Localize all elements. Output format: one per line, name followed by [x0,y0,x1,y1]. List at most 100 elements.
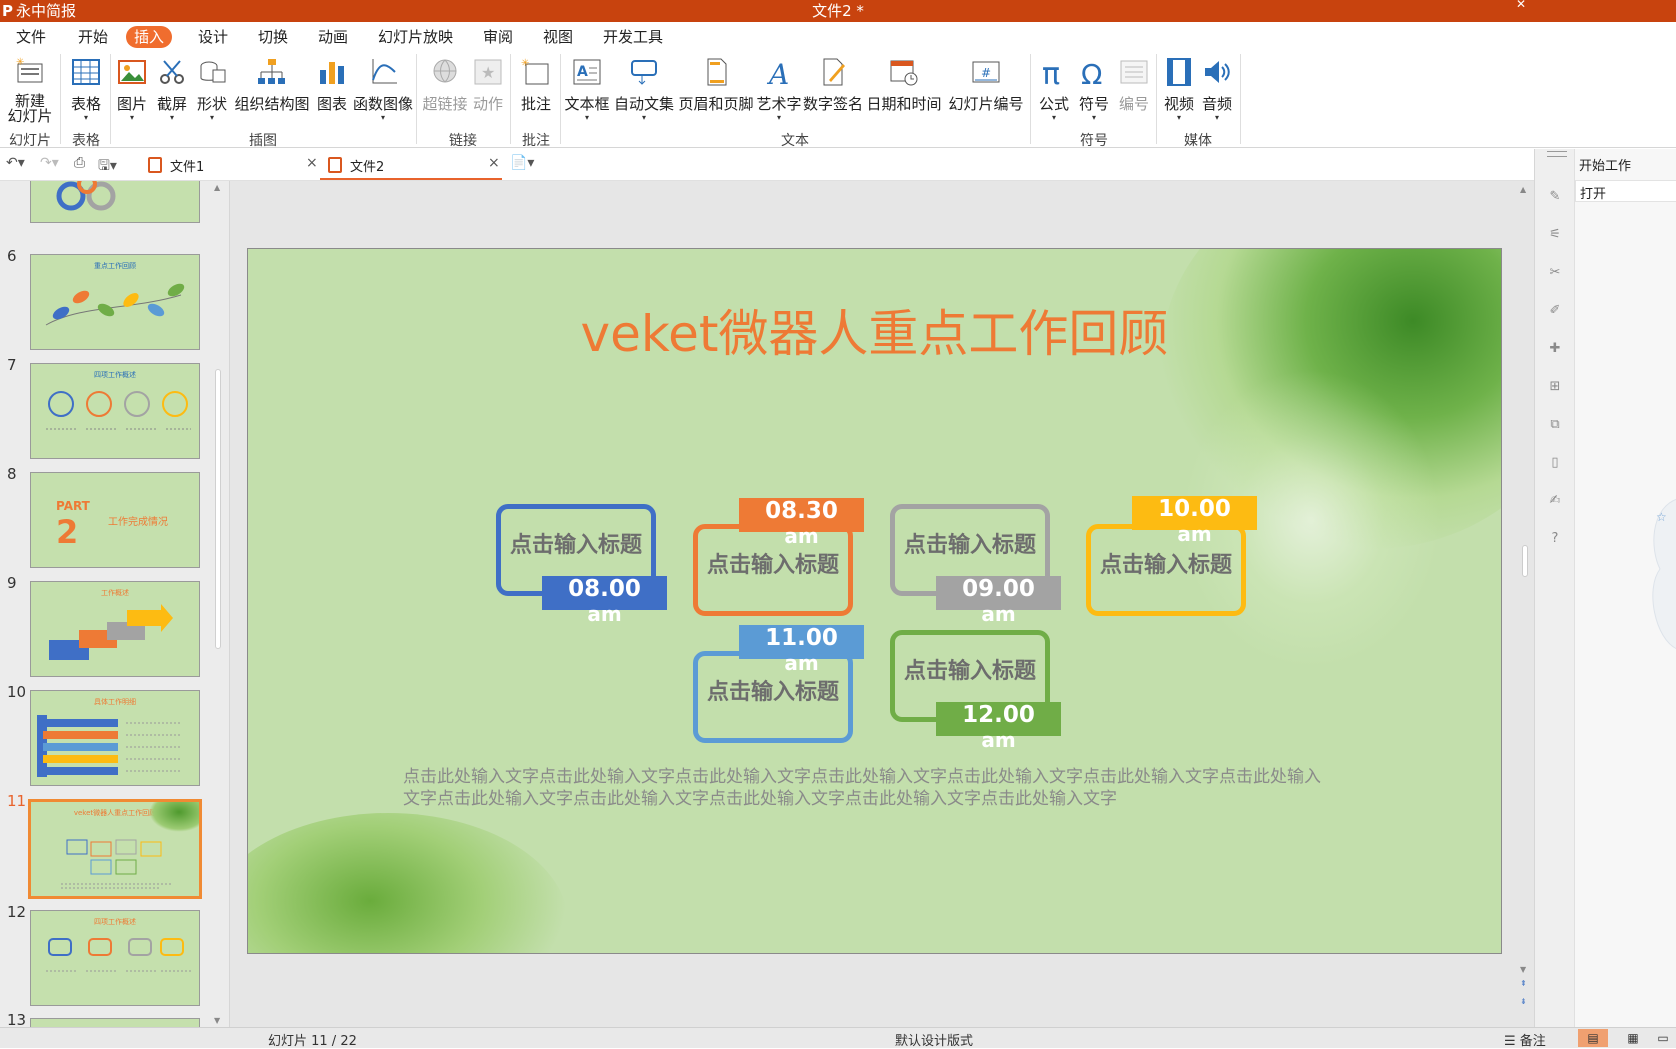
reading-view-button[interactable]: ▭ [1648,1029,1676,1047]
close-tab-icon[interactable]: × [306,155,318,171]
group-label-table: 表格 [72,133,100,149]
decorative-illustration-icon: ☆ [1652,498,1676,649]
time-badge-1[interactable]: 08.00 am [542,576,667,626]
scroll-up-icon[interactable]: ▲ [214,183,220,192]
new-tab-icon[interactable]: 📄▾ [510,155,534,171]
symbol-button[interactable]: Ω 符号 ▾ [1074,52,1114,130]
design-name: 默认设计版式 [895,1034,974,1049]
slide-thumbnail[interactable]: 重点工作回顾 [30,254,200,350]
slide-thumbnail-selected[interactable]: veket微器人重点工作回顾 [28,799,202,899]
normal-view-button[interactable]: ▤ [1578,1029,1608,1047]
speaker-icon [1205,61,1230,83]
save-icon[interactable]: 🖫▾ [98,155,117,179]
menu-transition[interactable]: 切换 [250,26,296,48]
digital-signature-button[interactable]: 数字签名 [802,52,864,130]
task-pane-title: 开始工作 [1579,159,1632,174]
arrows-graphic-icon [49,604,173,660]
function-image-button[interactable]: 函数图像 ▾ [352,52,414,130]
scroll-down-icon[interactable]: ▼ [1520,965,1526,974]
header-footer-button[interactable]: 页眉和页脚 [676,52,756,130]
table-button[interactable]: 表格 ▾ [64,52,108,130]
wordart-button[interactable]: A 艺术字 ▾ [756,52,802,130]
slide-thumbnail[interactable] [30,181,200,223]
svg-text:A: A [766,58,789,88]
canvas-scrollbar[interactable]: ▲ ▼ ⇞ ⇟ [1520,185,1530,1025]
new-slide-button[interactable]: ✳ 新建 幻灯片 [2,52,58,130]
omega-icon: Ω [1081,58,1102,88]
tab-doc1[interactable]: 文件1 × [140,149,320,180]
menu-home[interactable]: 开始 [70,26,116,48]
date-time-button[interactable]: 日期和时间 [864,52,944,130]
print-preview-icon[interactable]: ⎙ [74,155,85,171]
action-button[interactable]: ★ 动作 [470,52,506,130]
hyperlink-button[interactable]: 超链接 [420,52,470,130]
slide-number-button[interactable]: # 幻灯片编号 [946,52,1026,130]
comment-button[interactable]: ✳ 批注 [514,52,558,130]
time-badge-5[interactable]: 11.00 am [739,625,864,675]
edit-icon[interactable]: ✍ [1547,493,1563,509]
close-tab-icon[interactable]: × [488,155,500,171]
brush-icon[interactable]: ✐ [1547,303,1563,319]
slide-thumbnail[interactable]: 四项工作概述 [30,363,200,459]
clipboard-icon[interactable]: ▯ [1547,455,1563,471]
prev-slide-icon[interactable]: ⇞ [1520,979,1527,988]
redo-icon[interactable]: ↷▾ [40,155,59,171]
chart-button[interactable]: 图表 [312,52,352,130]
picture-button[interactable]: 图片 ▾ [112,52,152,130]
auto-text-button[interactable]: 自动文集 ▾ [612,52,676,130]
shape-button[interactable]: 形状 ▾ [192,52,232,130]
numbering-button[interactable]: 编号 [1114,52,1154,130]
group-separator [416,54,417,144]
menu-animation[interactable]: 动画 [310,26,356,48]
slide-thumbnail[interactable]: 四项工作概述 [30,910,200,1006]
tab-doc2[interactable]: 文件2 × [320,149,502,180]
menu-view[interactable]: 视图 [535,26,581,48]
slide[interactable]: veket微器人重点工作回顾 点击输入标题 08.00 am 点击输入标题 08… [247,248,1502,954]
slide-thumbnail[interactable]: PART 2 工作完成情况 [30,472,200,568]
time-badge-4[interactable]: 10.00 am [1132,496,1257,546]
menu-insert[interactable]: 插入 [126,26,173,48]
thumbnail-scrollbar[interactable]: ▲ ▼ [214,183,222,1025]
help-icon[interactable]: ? [1547,531,1563,547]
screenshot-button[interactable]: 截屏 ▾ [152,52,192,130]
scroll-down-icon[interactable]: ▼ [214,1016,220,1025]
scrollbar-thumb[interactable] [215,369,221,649]
grid-icon[interactable]: ⊞ [1547,379,1563,395]
org-chart-button[interactable]: 组织结构图 [232,52,312,130]
menu-lines-icon[interactable] [1547,151,1567,157]
pencil-icon[interactable]: ✎ [1547,189,1563,205]
shapes-icon[interactable]: ✚ [1547,341,1563,357]
scroll-up-icon[interactable]: ▲ [1520,185,1526,194]
slide-thumbnail[interactable] [30,1018,200,1027]
slide-body-text[interactable]: 点击此处输入文字点击此处输入文字点击此处输入文字点击此处输入文字点击此处输入文字… [403,766,1333,810]
scrollbar-thumb[interactable] [1522,545,1528,577]
slide-title[interactable]: veket微器人重点工作回顾 [248,294,1501,366]
document-tab-row: ↶▾ ↷▾ ⎙ 🖫▾ 文件1 × 文件2 × 📄▾ [0,149,1534,181]
video-button[interactable]: 视频 ▾ [1160,52,1198,130]
ribbon: ✳ 新建 幻灯片 幻灯片 表格 ▾ 表格 图片 ▾ 截屏 ▾ 形状 ▾ 组织结构… [0,52,1676,149]
next-slide-icon[interactable]: ⇟ [1520,997,1527,1006]
menu-design[interactable]: 设计 [190,26,236,48]
menu-slideshow[interactable]: 幻灯片放映 [370,26,461,48]
image-edit-icon[interactable]: ⧉ [1547,417,1563,433]
slide-thumbnail[interactable]: 工作概述 [30,581,200,677]
menu-file[interactable]: 文件 [8,26,54,48]
open-file-item[interactable]: 打开 [1575,180,1676,202]
slide-sorter-view-button[interactable]: ▦ [1618,1029,1648,1047]
card-title: 点击输入标题 [1099,553,1232,578]
slide-thumbnail[interactable]: 具体工作明细 [30,690,200,786]
notes-toggle[interactable]: ☰ 备注 [1504,1030,1546,1049]
close-icon[interactable]: ✕ [1516,0,1526,11]
audio-button[interactable]: 音频 ▾ [1198,52,1236,130]
slide-number: 10 [7,683,27,701]
tools-icon[interactable]: ✂ [1547,265,1563,281]
undo-icon[interactable]: ↶▾ [6,155,25,171]
time-badge-3[interactable]: 09.00 am [936,576,1061,626]
time-badge-2[interactable]: 08.30 am [739,498,864,548]
menu-review[interactable]: 审阅 [475,26,521,48]
textbox-button[interactable]: A 文本框 ▾ [564,52,610,130]
settings-sliders-icon[interactable]: ⚟ [1547,227,1563,243]
formula-button[interactable]: π 公式 ▾ [1034,52,1074,130]
menu-developer[interactable]: 开发工具 [595,26,671,48]
time-badge-6[interactable]: 12.00 am [936,702,1061,752]
